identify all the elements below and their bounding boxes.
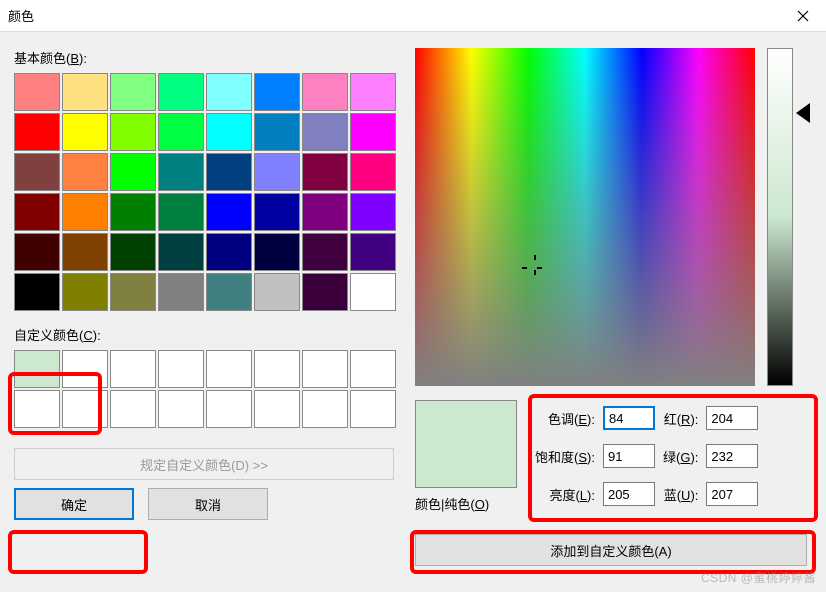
basic-color-swatch[interactable] bbox=[62, 153, 108, 191]
custom-color-swatch[interactable] bbox=[110, 390, 156, 428]
lightness-pointer-icon bbox=[796, 103, 810, 123]
basic-color-swatch[interactable] bbox=[302, 233, 348, 271]
basic-colors-grid bbox=[14, 73, 399, 311]
basic-color-swatch[interactable] bbox=[254, 153, 300, 191]
basic-color-swatch[interactable] bbox=[206, 233, 252, 271]
left-pane: 基本颜色(B): 自定义颜色(C): 规定自定义颜色(D) >> 确定 取消 bbox=[14, 48, 399, 520]
basic-color-swatch[interactable] bbox=[302, 73, 348, 111]
basic-color-swatch[interactable] bbox=[62, 193, 108, 231]
basic-color-swatch[interactable] bbox=[206, 153, 252, 191]
basic-color-swatch[interactable] bbox=[14, 153, 60, 191]
close-button[interactable] bbox=[780, 0, 826, 32]
basic-color-swatch[interactable] bbox=[158, 273, 204, 311]
watermark: CSDN @蜜桃婷婷酱 bbox=[701, 569, 816, 586]
basic-color-swatch[interactable] bbox=[350, 193, 396, 231]
basic-color-swatch[interactable] bbox=[302, 153, 348, 191]
basic-color-swatch[interactable] bbox=[158, 73, 204, 111]
custom-color-swatch[interactable] bbox=[350, 350, 396, 388]
basic-color-swatch[interactable] bbox=[254, 113, 300, 151]
basic-color-swatch[interactable] bbox=[206, 193, 252, 231]
basic-color-swatch[interactable] bbox=[14, 273, 60, 311]
custom-color-swatch[interactable] bbox=[14, 390, 60, 428]
custom-color-swatch[interactable] bbox=[158, 350, 204, 388]
hue-input[interactable] bbox=[603, 406, 655, 430]
green-input[interactable] bbox=[706, 444, 758, 468]
red-input[interactable] bbox=[706, 406, 758, 430]
basic-color-swatch[interactable] bbox=[206, 73, 252, 111]
basic-color-swatch[interactable] bbox=[302, 273, 348, 311]
highlight-annotation bbox=[8, 530, 148, 574]
green-label: 绿(G): bbox=[663, 447, 698, 466]
basic-color-swatch[interactable] bbox=[206, 273, 252, 311]
hue-label: 色调(E): bbox=[535, 409, 595, 428]
custom-color-swatch[interactable] bbox=[62, 350, 108, 388]
basic-color-swatch[interactable] bbox=[14, 73, 60, 111]
custom-color-swatch[interactable] bbox=[302, 350, 348, 388]
basic-color-swatch[interactable] bbox=[158, 193, 204, 231]
define-custom-button: 规定自定义颜色(D) >> bbox=[14, 448, 394, 480]
basic-color-swatch[interactable] bbox=[158, 113, 204, 151]
basic-color-swatch[interactable] bbox=[14, 113, 60, 151]
basic-color-swatch[interactable] bbox=[350, 233, 396, 271]
basic-color-swatch[interactable] bbox=[14, 193, 60, 231]
preview-label: 颜色|纯色(O) bbox=[415, 494, 489, 513]
basic-color-swatch[interactable] bbox=[302, 113, 348, 151]
basic-color-swatch[interactable] bbox=[110, 233, 156, 271]
custom-color-swatch[interactable] bbox=[158, 390, 204, 428]
basic-color-swatch[interactable] bbox=[110, 73, 156, 111]
basic-color-swatch[interactable] bbox=[350, 273, 396, 311]
ok-button[interactable]: 确定 bbox=[14, 488, 134, 520]
basic-color-swatch[interactable] bbox=[158, 233, 204, 271]
basic-color-swatch[interactable] bbox=[254, 193, 300, 231]
custom-colors-grid bbox=[14, 350, 399, 428]
basic-color-swatch[interactable] bbox=[254, 273, 300, 311]
cancel-button[interactable]: 取消 bbox=[148, 488, 268, 520]
window-title: 颜色 bbox=[8, 6, 34, 25]
custom-color-swatch[interactable] bbox=[254, 390, 300, 428]
basic-color-swatch[interactable] bbox=[110, 113, 156, 151]
custom-color-swatch[interactable] bbox=[14, 350, 60, 388]
custom-color-swatch[interactable] bbox=[110, 350, 156, 388]
custom-color-swatch[interactable] bbox=[302, 390, 348, 428]
lightness-slider[interactable] bbox=[767, 48, 793, 386]
red-label: 红(R): bbox=[663, 409, 698, 428]
basic-color-swatch[interactable] bbox=[62, 113, 108, 151]
color-gradient[interactable] bbox=[415, 48, 755, 386]
custom-color-swatch[interactable] bbox=[206, 390, 252, 428]
lum-label: 亮度(L): bbox=[535, 485, 595, 504]
lum-input[interactable] bbox=[603, 482, 655, 506]
close-icon bbox=[797, 10, 809, 22]
basic-color-swatch[interactable] bbox=[254, 233, 300, 271]
sat-input[interactable] bbox=[603, 444, 655, 468]
basic-colors-label: 基本颜色(B): bbox=[14, 48, 399, 67]
basic-color-swatch[interactable] bbox=[110, 153, 156, 191]
basic-color-swatch[interactable] bbox=[350, 113, 396, 151]
basic-color-swatch[interactable] bbox=[350, 153, 396, 191]
custom-color-swatch[interactable] bbox=[206, 350, 252, 388]
custom-color-swatch[interactable] bbox=[62, 390, 108, 428]
basic-color-swatch[interactable] bbox=[302, 193, 348, 231]
basic-color-swatch[interactable] bbox=[158, 153, 204, 191]
basic-color-swatch[interactable] bbox=[62, 233, 108, 271]
blue-input[interactable] bbox=[706, 482, 758, 506]
blue-label: 蓝(U): bbox=[663, 485, 698, 504]
color-preview bbox=[415, 400, 517, 488]
titlebar: 颜色 bbox=[0, 0, 826, 32]
custom-color-swatch[interactable] bbox=[350, 390, 396, 428]
basic-color-swatch[interactable] bbox=[110, 193, 156, 231]
basic-color-swatch[interactable] bbox=[254, 73, 300, 111]
crosshair-icon bbox=[528, 261, 542, 275]
basic-color-swatch[interactable] bbox=[206, 113, 252, 151]
basic-color-swatch[interactable] bbox=[62, 273, 108, 311]
basic-color-swatch[interactable] bbox=[14, 233, 60, 271]
basic-color-swatch[interactable] bbox=[350, 73, 396, 111]
add-to-custom-button[interactable]: 添加到自定义颜色(A) bbox=[415, 534, 807, 566]
sat-label: 饱和度(S): bbox=[535, 447, 595, 466]
color-fields: 色调(E): 红(R): 饱和度(S): 绿(G): 亮度(L): 蓝(U): bbox=[535, 406, 758, 506]
custom-colors-label: 自定义颜色(C): bbox=[14, 325, 399, 344]
custom-color-swatch[interactable] bbox=[254, 350, 300, 388]
basic-color-swatch[interactable] bbox=[110, 273, 156, 311]
basic-color-swatch[interactable] bbox=[62, 73, 108, 111]
right-pane: 颜色|纯色(O) 色调(E): 红(R): 饱和度(S): 绿(G): 亮度(L… bbox=[415, 48, 812, 520]
